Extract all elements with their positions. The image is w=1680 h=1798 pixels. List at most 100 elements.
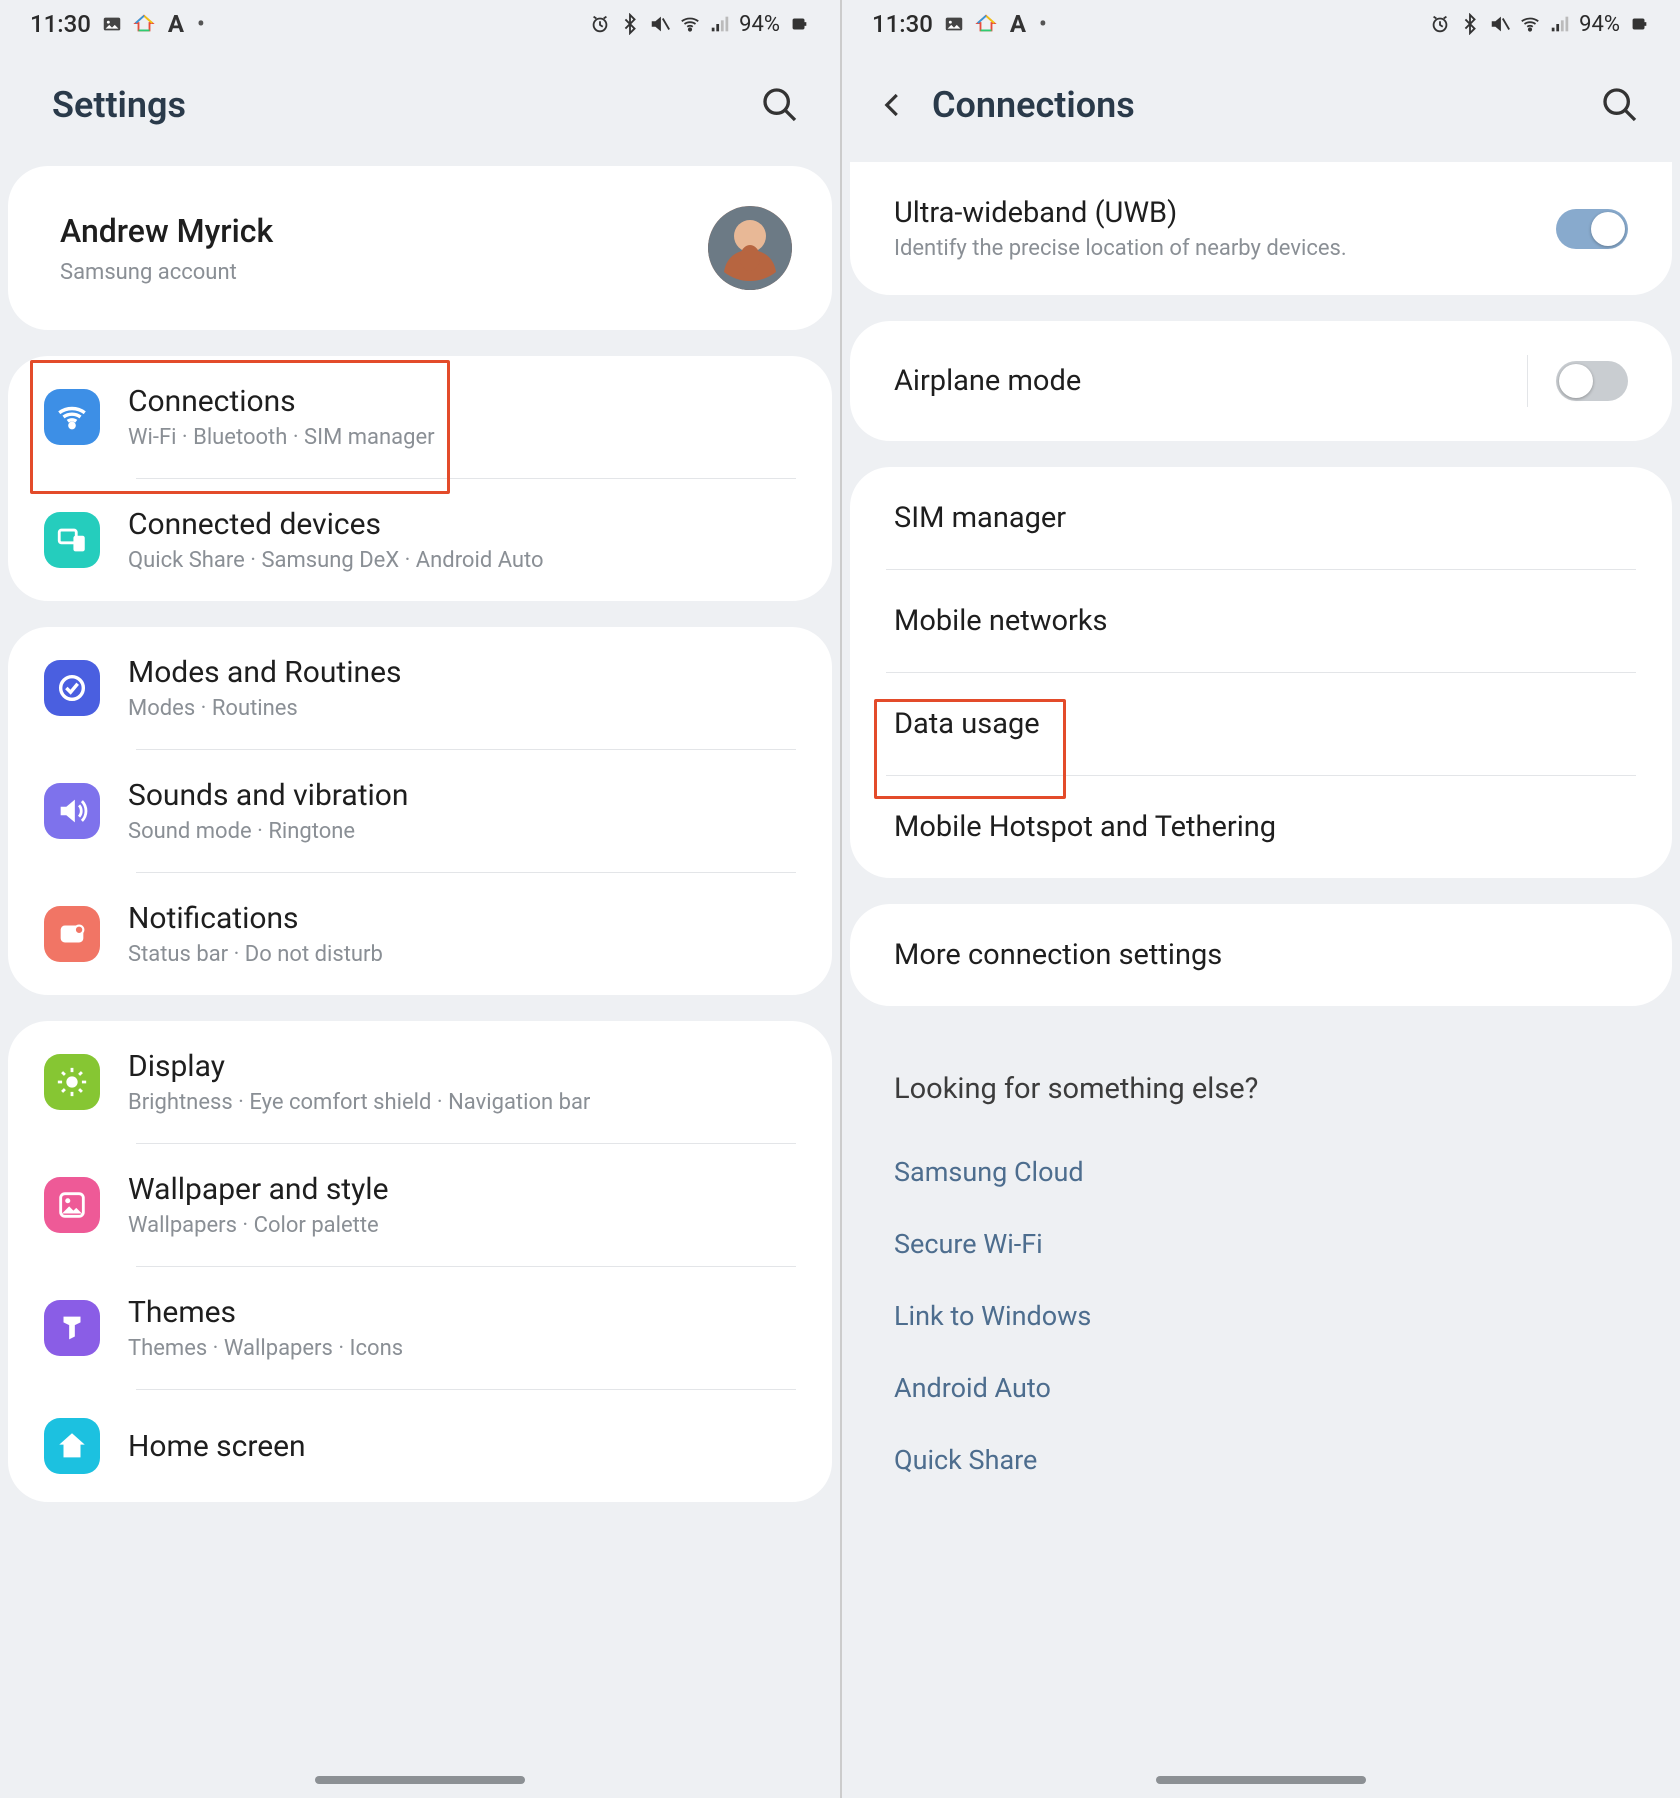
status-more-dot: • — [197, 10, 205, 38]
row-sub: Sound mode · Ringtone — [128, 819, 796, 844]
alarm-icon — [589, 13, 611, 35]
uwb-toggle[interactable] — [1556, 209, 1628, 249]
battery-percent: 94% — [739, 12, 780, 37]
status-bar: 11:30 A • 94% — [842, 0, 1680, 48]
devices-icon — [44, 512, 100, 568]
row-wallpaper[interactable]: Wallpaper and style Wallpapers · Color p… — [8, 1144, 832, 1266]
battery-icon — [1628, 13, 1650, 35]
row-title: Wallpaper and style — [128, 1172, 796, 1207]
row-title: Ultra-wideband (UWB) — [894, 196, 1528, 230]
status-time: 11:30 — [872, 10, 933, 38]
account-card: Andrew Myrick Samsung account — [8, 166, 832, 330]
wifi-icon — [679, 13, 701, 35]
header-left: Connections — [878, 84, 1135, 126]
uwb-card: Ultra-wideband (UWB) Identify the precis… — [850, 162, 1672, 295]
link-android-auto[interactable]: Android Auto — [894, 1352, 1628, 1424]
account-sub: Samsung account — [60, 260, 273, 285]
page-title: Connections — [932, 84, 1135, 126]
row-sub: Brightness · Eye comfort shield · Naviga… — [128, 1090, 796, 1115]
mute-icon — [1489, 13, 1511, 35]
routines-icon — [44, 660, 100, 716]
row-mobile-networks[interactable]: Mobile networks — [850, 570, 1672, 672]
row-notifications[interactable]: Notifications Status bar · Do not distur… — [8, 873, 832, 995]
search-button[interactable] — [1600, 85, 1640, 125]
status-more-dot: • — [1039, 10, 1047, 38]
phone-connections: 11:30 A • 94% Connections — [840, 0, 1680, 1798]
row-title: Connected devices — [128, 507, 796, 542]
group-modes: Modes and Routines Modes · Routines Soun… — [8, 627, 832, 995]
battery-icon — [788, 13, 810, 35]
status-time: 11:30 — [30, 10, 91, 38]
row-title: Home screen — [128, 1429, 796, 1464]
row-sub: Identify the precise location of nearby … — [894, 236, 1528, 261]
back-button[interactable] — [878, 90, 908, 120]
avatar[interactable] — [708, 206, 792, 290]
page-title: Settings — [52, 84, 186, 126]
row-sub: Modes · Routines — [128, 696, 796, 721]
row-connected-devices[interactable]: Connected devices Quick Share · Samsung … — [8, 479, 832, 601]
link-secure-wifi[interactable]: Secure Wi-Fi — [894, 1208, 1628, 1280]
signal-icon — [709, 13, 731, 35]
row-data-usage[interactable]: Data usage — [850, 673, 1672, 775]
bluetooth-icon — [619, 13, 641, 35]
row-title: Themes — [128, 1295, 796, 1330]
row-title: Connections — [128, 384, 796, 419]
toggle-separator — [1527, 355, 1528, 407]
google-home-icon — [975, 13, 997, 35]
gesture-bar[interactable] — [1156, 1776, 1366, 1784]
mute-icon — [649, 13, 671, 35]
row-title: More connection settings — [894, 938, 1222, 972]
row-more-settings[interactable]: More connection settings — [850, 904, 1672, 1006]
a-icon: A — [165, 13, 187, 35]
gesture-bar[interactable] — [315, 1776, 525, 1784]
link-link-to-windows[interactable]: Link to Windows — [894, 1280, 1628, 1352]
search-button[interactable] — [760, 85, 800, 125]
row-title: Display — [128, 1049, 796, 1084]
google-home-icon — [133, 13, 155, 35]
notifications-icon — [44, 906, 100, 962]
network-items-card: SIM manager Mobile networks Data usage M… — [850, 467, 1672, 878]
phone-settings: 11:30 A • 94% Settings Andrew Myrick Sam… — [0, 0, 840, 1798]
row-home-screen[interactable]: Home screen — [8, 1390, 832, 1502]
samsung-account-row[interactable]: Andrew Myrick Samsung account — [8, 166, 832, 330]
link-quick-share[interactable]: Quick Share — [894, 1424, 1628, 1496]
wallpaper-icon — [44, 1177, 100, 1233]
themes-icon — [44, 1300, 100, 1356]
row-sounds[interactable]: Sounds and vibration Sound mode · Ringto… — [8, 750, 832, 872]
bluetooth-icon — [1459, 13, 1481, 35]
row-sub: Quick Share · Samsung DeX · Android Auto — [128, 548, 796, 573]
row-modes-routines[interactable]: Modes and Routines Modes · Routines — [8, 627, 832, 749]
row-sub: Themes · Wallpapers · Icons — [128, 1336, 796, 1361]
status-bar: 11:30 A • 94% — [0, 0, 840, 48]
airplane-card: Airplane mode — [850, 321, 1672, 441]
row-sub: Wi-Fi · Bluetooth · SIM manager — [128, 425, 796, 450]
sound-icon — [44, 783, 100, 839]
row-themes[interactable]: Themes Themes · Wallpapers · Icons — [8, 1267, 832, 1389]
row-sim-manager[interactable]: SIM manager — [850, 467, 1672, 569]
settings-header: Settings — [0, 48, 840, 166]
row-uwb[interactable]: Ultra-wideband (UWB) Identify the precis… — [850, 162, 1672, 295]
row-display[interactable]: Display Brightness · Eye comfort shield … — [8, 1021, 832, 1143]
row-title: Data usage — [894, 707, 1040, 741]
row-title: Mobile networks — [894, 604, 1108, 638]
row-sub: Wallpapers · Color palette — [128, 1213, 796, 1238]
row-hotspot[interactable]: Mobile Hotspot and Tethering — [850, 776, 1672, 878]
battery-percent: 94% — [1579, 12, 1620, 37]
wifi-badge-icon — [44, 389, 100, 445]
looking-title: Looking for something else? — [894, 1072, 1628, 1106]
row-title: Airplane mode — [894, 364, 1081, 398]
account-name: Andrew Myrick — [60, 212, 273, 250]
group-connections: Connections Wi-Fi · Bluetooth · SIM mana… — [8, 356, 832, 601]
gallery-icon — [943, 13, 965, 35]
row-title: SIM manager — [894, 501, 1066, 535]
row-connections[interactable]: Connections Wi-Fi · Bluetooth · SIM mana… — [8, 356, 832, 478]
gallery-icon — [101, 13, 123, 35]
row-airplane[interactable]: Airplane mode — [850, 321, 1672, 441]
airplane-toggle[interactable] — [1556, 361, 1628, 401]
home-icon — [44, 1418, 100, 1474]
row-title: Sounds and vibration — [128, 778, 796, 813]
row-title: Modes and Routines — [128, 655, 796, 690]
link-samsung-cloud[interactable]: Samsung Cloud — [894, 1136, 1628, 1208]
alarm-icon — [1429, 13, 1451, 35]
signal-icon — [1549, 13, 1571, 35]
